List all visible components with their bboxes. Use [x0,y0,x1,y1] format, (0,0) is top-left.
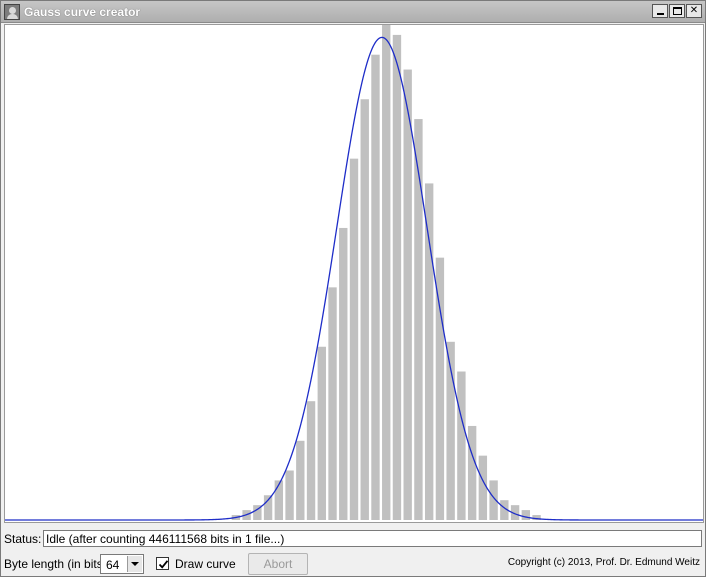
histogram-bar [521,510,531,520]
checkmark-icon [158,560,169,569]
status-field: Idle (after counting 446111568 bits in 1… [43,530,702,547]
histogram-bar [371,54,380,520]
histogram-bar [285,470,294,520]
person-portrait-icon[interactable] [4,4,20,20]
histogram-bar [403,69,412,521]
histogram-bar [296,440,305,520]
histogram-bar [339,227,348,520]
byte-length-select[interactable]: 64 [100,554,144,574]
histogram-bar [360,99,369,520]
close-button[interactable]: ✕ [686,4,702,18]
histogram-bar [414,119,423,521]
histogram-bar [328,287,337,520]
minimize-button[interactable] [652,4,668,18]
byte-length-value: 64 [106,558,120,572]
maximize-icon [672,7,682,15]
byte-length-label: Byte length (in bits): [4,557,111,571]
copyright-text: Copyright (c) 2013, Prof. Dr. Edmund Wei… [507,557,700,568]
histogram-bar [382,25,391,520]
maximize-button[interactable] [669,4,685,18]
histogram-chart [5,25,703,521]
minimize-icon [656,13,664,15]
close-icon: ✕ [689,5,699,16]
histogram-bar [457,371,466,520]
histogram-bar [424,183,434,520]
histogram-plot [4,24,704,523]
chevron-down-icon[interactable] [127,556,142,572]
histogram-bar [467,425,477,520]
draw-curve-label[interactable]: Draw curve [175,557,236,571]
histogram-bar [263,495,273,520]
status-label: Status: [4,532,42,546]
histogram-bar [317,346,326,520]
draw-curve-checkbox[interactable] [156,557,169,570]
histogram-bar [349,158,359,520]
title-bar[interactable]: Gauss curve creator ✕ [1,1,705,23]
main-window: Gauss curve creator ✕ Status: Idle (afte… [0,0,706,577]
abort-button[interactable]: Abort [248,553,308,575]
histogram-bar [274,480,284,520]
histogram-bar [478,455,488,520]
histogram-bar [435,257,445,520]
histogram-bar [392,34,402,521]
histogram-bar [306,401,316,520]
status-row: Status: Idle (after counting 446111568 b… [1,528,705,548]
window-title: Gauss curve creator [24,5,141,19]
controls-row: Byte length (in bits): 64 Draw curve Abo… [1,552,705,576]
